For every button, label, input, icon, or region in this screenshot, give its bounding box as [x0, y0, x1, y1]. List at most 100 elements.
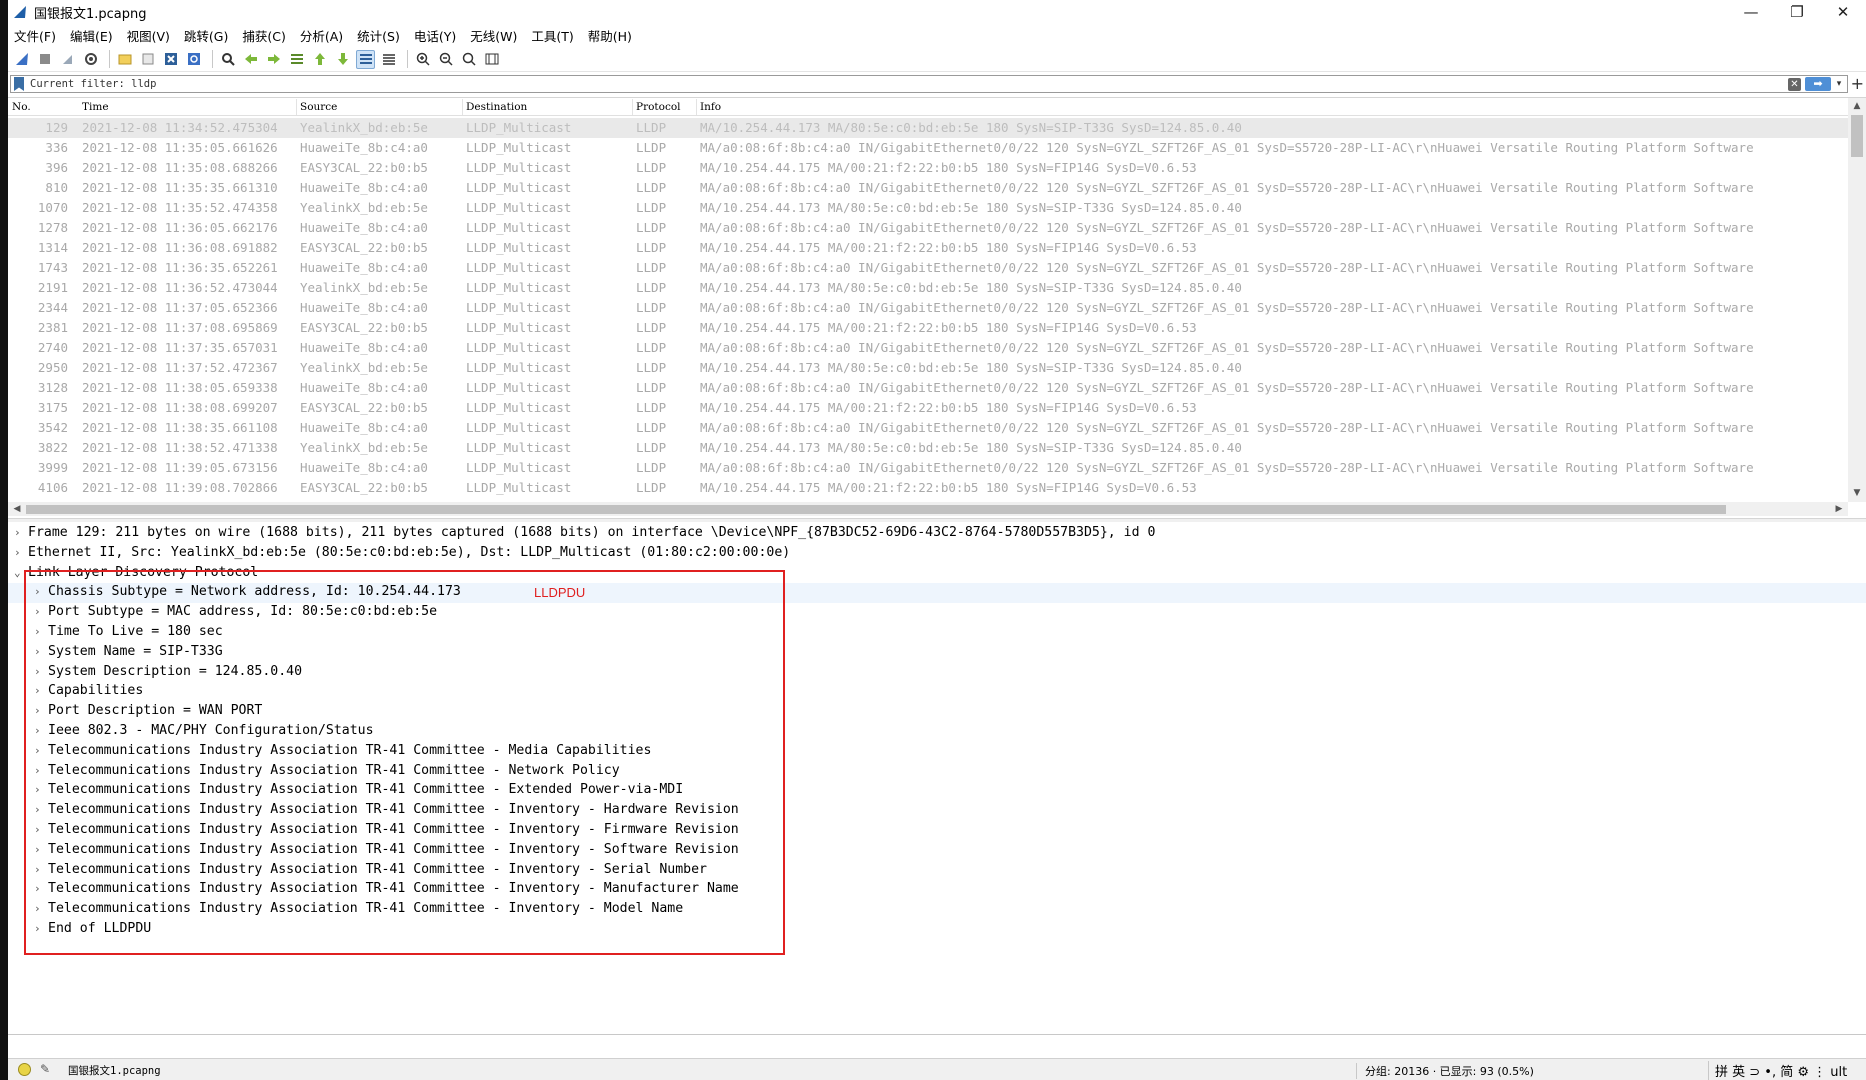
menu-telephony[interactable]: 电话(Y) — [414, 26, 456, 45]
packet-row[interactable]: 129 2021-12-08 11:34:52.475304 YealinkX_bd… — [8, 118, 1848, 138]
packet-row[interactable]: 2950 2021-12-08 11:37:52.472367 YealinkX_b… — [8, 358, 1848, 378]
cell-destination: LLDP_Multicast — [466, 360, 572, 375]
cell-no: 2740 — [37, 340, 68, 355]
packet-row[interactable]: 3999 2021-12-08 11:39:05.673156 HuaweiTe_8… — [8, 458, 1848, 478]
add-filter-button[interactable]: + — [1851, 74, 1864, 93]
menu-go[interactable]: 跳转(G) — [184, 26, 228, 45]
packet-row[interactable]: 3128 2021-12-08 11:38:05.659338 HuaweiTe_8… — [8, 378, 1848, 398]
packet-row[interactable]: 396 2021-12-08 11:35:08.688266 EASY3CAL_22… — [8, 158, 1848, 178]
scroll-thumb[interactable] — [1851, 115, 1863, 157]
cell-info: MA/a0:08:6f:8b:c4:a0 IN/GigabitEthernet0… — [700, 220, 1754, 235]
expert-info-icon[interactable] — [18, 1063, 31, 1076]
cell-destination: LLDP_Multicast — [466, 460, 572, 475]
expanded-arrow-icon[interactable]: ⌄ — [14, 566, 21, 579]
packet-list-hscroll[interactable]: ◀ ▶ — [8, 502, 1848, 516]
packet-row[interactable]: 1070 2021-12-08 11:35:52.474358 YealinkX_b… — [8, 198, 1848, 218]
options-gear-icon[interactable] — [81, 50, 100, 69]
find-icon[interactable] — [218, 50, 237, 69]
packet-row[interactable]: 3542 2021-12-08 11:38:35.661108 HuaweiTe_8… — [8, 418, 1848, 438]
go-first-icon[interactable] — [310, 50, 329, 69]
col-destination[interactable]: Destination — [466, 101, 527, 113]
packet-row[interactable]: 810 2021-12-08 11:35:35.661310 HuaweiTe_8b… — [8, 178, 1848, 198]
save-icon[interactable] — [138, 50, 157, 69]
menu-analyze[interactable]: 分析(A) — [300, 26, 343, 45]
cell-protocol: LLDP — [636, 400, 667, 415]
cell-time: 2021-12-08 11:39:05.673156 — [82, 460, 278, 475]
col-time[interactable]: Time — [82, 101, 109, 113]
collapsed-arrow-icon[interactable]: › — [14, 526, 21, 539]
pane-splitter[interactable] — [8, 518, 1866, 522]
zoom-normal-icon[interactable] — [459, 50, 478, 69]
scroll-up-icon[interactable]: ▲ — [1848, 98, 1866, 115]
go-back-icon[interactable] — [241, 50, 260, 69]
cell-destination: LLDP_Multicast — [466, 440, 572, 455]
collapsed-arrow-icon[interactable]: › — [14, 546, 21, 559]
minimize-button[interactable]: — — [1728, 0, 1774, 24]
stop-icon[interactable] — [35, 50, 54, 69]
restart-icon[interactable] — [58, 50, 77, 69]
menu-wireless[interactable]: 无线(W) — [470, 26, 517, 45]
packet-row[interactable]: 1314 2021-12-08 11:36:08.691882 EASY3CAL_2… — [8, 238, 1848, 258]
open-folder-icon[interactable] — [115, 50, 134, 69]
wireshark-fin-icon — [14, 6, 26, 18]
cell-destination: LLDP_Multicast — [466, 120, 572, 135]
cell-no: 2344 — [37, 300, 68, 315]
scroll-right-icon[interactable]: ▶ — [1830, 502, 1848, 516]
autoscroll-icon[interactable] — [356, 49, 375, 69]
hscroll-thumb[interactable] — [26, 505, 1726, 514]
shark-fin-start-icon[interactable] — [12, 50, 31, 69]
packet-row[interactable]: 2344 2021-12-08 11:37:05.652366 HuaweiTe_8… — [8, 298, 1848, 318]
filter-apply-button[interactable]: ➡ — [1805, 77, 1831, 91]
filter-clear-icon[interactable]: ✕ — [1788, 78, 1801, 91]
menu-edit[interactable]: 编辑(E) — [70, 26, 113, 45]
cell-source: EASY3CAL_22:b0:b5 — [300, 400, 428, 415]
packet-row[interactable]: 2191 2021-12-08 11:36:52.473044 YealinkX_b… — [8, 278, 1848, 298]
packet-row[interactable]: 1278 2021-12-08 11:36:05.662176 HuaweiTe_8… — [8, 218, 1848, 238]
cell-no: 4106 — [37, 480, 68, 495]
ime-toolbar[interactable]: 拼 英 ⊃ •, 简 ⚙ ⋮ ult — [1708, 1061, 1847, 1080]
scroll-down-icon[interactable]: ▼ — [1848, 485, 1866, 502]
maximize-button[interactable]: ❐ — [1774, 0, 1820, 24]
menu-help[interactable]: 帮助(H) — [588, 26, 632, 45]
cell-time: 2021-12-08 11:36:52.473044 — [82, 280, 278, 295]
cell-time: 2021-12-08 11:37:52.472367 — [82, 360, 278, 375]
reload-icon[interactable] — [184, 50, 203, 69]
packet-row[interactable]: 2381 2021-12-08 11:37:08.695869 EASY3CAL_2… — [8, 318, 1848, 338]
col-source[interactable]: Source — [300, 101, 337, 113]
cell-info: MA/10.254.44.175 MA/00:21:f2:22:b0:b5 18… — [700, 480, 1197, 495]
packet-row[interactable]: 3822 2021-12-08 11:38:52.471338 YealinkX_b… — [8, 438, 1848, 458]
menu-view[interactable]: 视图(V) — [127, 26, 170, 45]
packet-list-vscroll[interactable]: ▲ ▼ — [1848, 98, 1866, 502]
capture-comment-icon[interactable]: ✎ — [40, 1062, 50, 1076]
colorize-icon[interactable] — [379, 50, 398, 69]
menu-file[interactable]: 文件(F) — [14, 26, 56, 45]
cell-no: 1278 — [37, 220, 68, 235]
zoom-out-icon[interactable] — [436, 50, 455, 69]
filter-dropdown-icon[interactable]: ▾ — [1833, 77, 1845, 91]
cell-no: 3542 — [37, 420, 68, 435]
col-protocol[interactable]: Protocol — [636, 101, 681, 113]
go-last-icon[interactable] — [333, 50, 352, 69]
cell-source: HuaweiTe_8b:c4:a0 — [300, 420, 428, 435]
packet-row[interactable]: 3175 2021-12-08 11:38:08.699207 EASY3CAL_2… — [8, 398, 1848, 418]
col-info[interactable]: Info — [700, 101, 721, 113]
zoom-in-icon[interactable] — [413, 50, 432, 69]
tree-item-frame[interactable]: › Frame 129: 211 bytes on wire (1688 bits… — [8, 524, 1866, 544]
packet-row[interactable]: 1743 2021-12-08 11:36:35.652261 HuaweiTe_8… — [8, 258, 1848, 278]
filter-bookmark-icon[interactable] — [14, 77, 24, 91]
close-file-icon[interactable] — [161, 50, 180, 69]
scroll-left-icon[interactable]: ◀ — [8, 502, 26, 516]
close-button[interactable]: ✕ — [1820, 0, 1866, 24]
resize-columns-icon[interactable] — [482, 50, 501, 69]
display-filter-input[interactable]: Current filter: lldp ✕ ➡ ▾ — [10, 75, 1848, 93]
go-forward-icon[interactable] — [264, 50, 283, 69]
packet-row[interactable]: 336 2021-12-08 11:35:05.661626 HuaweiTe_8b… — [8, 138, 1848, 158]
menu-capture[interactable]: 捕获(C) — [242, 26, 285, 45]
tree-item-ethernet[interactable]: › Ethernet II, Src: YealinkX_bd:eb:5e (80… — [8, 544, 1866, 564]
col-no[interactable]: No. — [12, 101, 31, 113]
packet-row[interactable]: 4106 2021-12-08 11:39:08.702866 EASY3CAL_2… — [8, 478, 1848, 498]
menu-statistics[interactable]: 统计(S) — [357, 26, 400, 45]
packet-row[interactable]: 2740 2021-12-08 11:37:35.657031 HuaweiTe_8… — [8, 338, 1848, 358]
menu-tools[interactable]: 工具(T) — [531, 26, 573, 45]
go-to-packet-icon[interactable] — [287, 50, 306, 69]
